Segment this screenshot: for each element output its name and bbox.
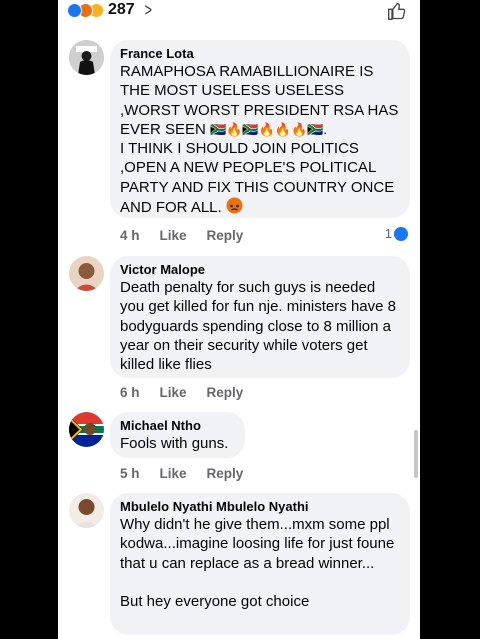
reaction-count: 287	[108, 1, 135, 18]
angry-emoji-icon	[226, 197, 243, 219]
comment-text: Death penalty for such guys is needed yo…	[120, 279, 396, 374]
like-button[interactable]: Like	[160, 228, 187, 243]
avatar[interactable]	[69, 40, 104, 75]
like-button[interactable]: Like	[160, 466, 187, 481]
comment-bubble: France Lota RAMAPHOSA RAMABILLIONAIRE IS…	[110, 40, 410, 218]
comment-text: Fools with guns.	[120, 435, 229, 452]
thumbs-up-outline-icon[interactable]	[387, 1, 407, 21]
comment-bubble: Michael Ntho Fools with guns.	[110, 412, 245, 458]
comment-author[interactable]: Michael Ntho	[120, 417, 235, 434]
comment-actions: 5 h Like Reply	[120, 466, 263, 481]
comment-actions: 6 h Like Reply	[120, 385, 263, 400]
comment-time: 6 h	[120, 385, 140, 400]
reaction-counter-value: 1	[384, 226, 392, 241]
comment-time: 5 h	[120, 466, 140, 481]
reaction-counter[interactable]: 1	[385, 226, 408, 241]
reply-button[interactable]: Reply	[207, 466, 244, 481]
like-button[interactable]: Like	[160, 385, 187, 400]
like-reaction-icon	[394, 226, 408, 241]
avatar[interactable]	[69, 493, 104, 528]
comment-bubble: Mbulelo Nyathi Mbulelo Nyathi Why didn't…	[110, 493, 410, 635]
comment-author[interactable]: France Lota	[120, 45, 400, 62]
comment-time: 4 h	[120, 228, 140, 243]
chevron-right-icon[interactable]: >	[144, 0, 151, 21]
comment-bubble: Victor Malope Death penalty for such guy…	[110, 256, 410, 378]
avatar[interactable]	[69, 412, 104, 447]
like-reaction-icon	[67, 2, 82, 18]
comment-author[interactable]: Mbulelo Nyathi Mbulelo Nyathi	[120, 498, 400, 515]
comment-text: RAMAPHOSA RAMABILLIONAIRE IS THE MOST US…	[120, 62, 400, 219]
scrollbar[interactable]	[414, 430, 418, 478]
avatar[interactable]	[69, 256, 104, 291]
comment-actions: 4 h Like Reply	[120, 228, 263, 243]
comment-emojis: 🇿🇦🔥🇿🇦🔥🔥🔥🇿🇦.	[210, 121, 327, 137]
reply-button[interactable]: Reply	[207, 228, 244, 243]
reactions-bar: 287 >	[58, 0, 420, 22]
reaction-summary[interactable]: 287 >	[67, 0, 153, 21]
reply-button[interactable]: Reply	[207, 385, 244, 400]
comment-text: Why didn't he give them...mxm some ppl k…	[120, 516, 395, 611]
comments-screen: 287 > France Lota RAMAPHOSA RAMABILLIONA…	[58, 0, 420, 639]
comment-author[interactable]: Victor Malope	[120, 261, 400, 278]
